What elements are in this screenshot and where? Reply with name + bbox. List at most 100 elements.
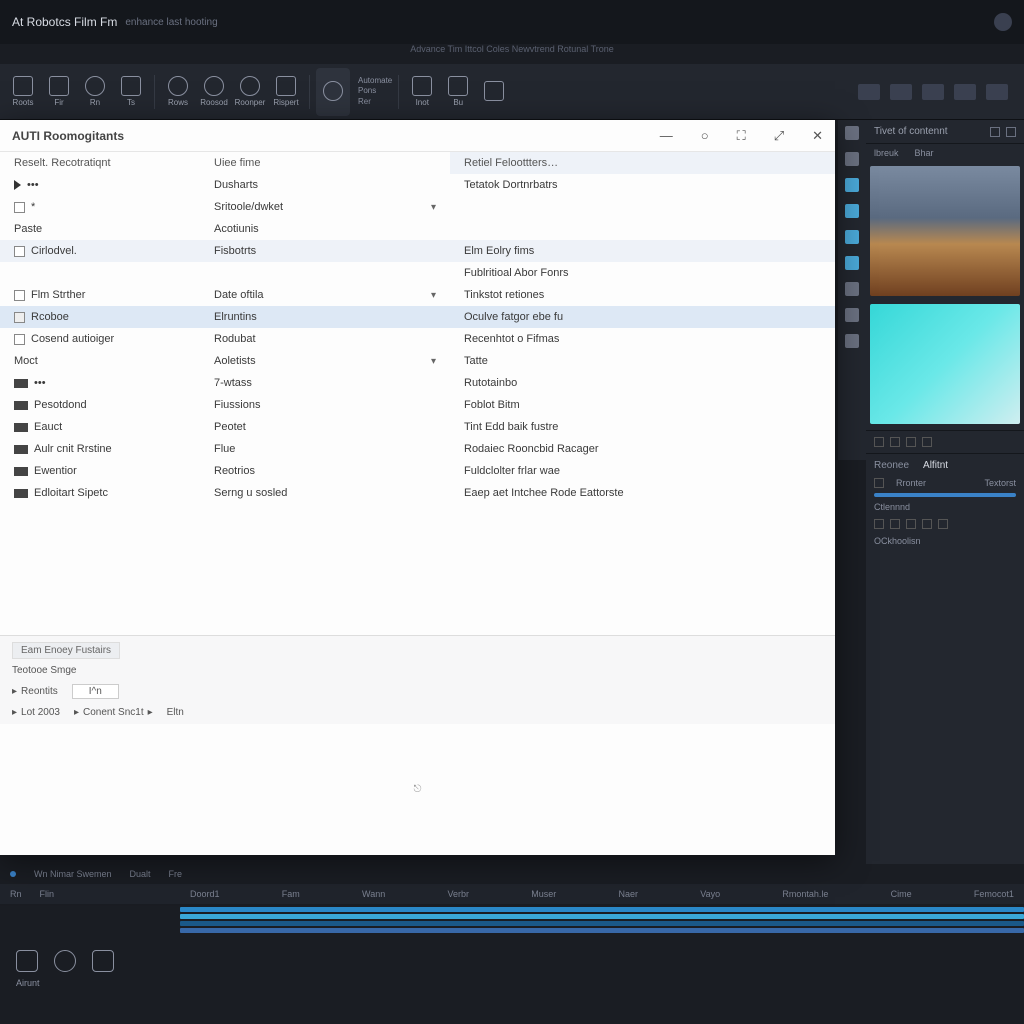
row-13-c3[interactable]: Fuldclolter frlar wae (450, 460, 835, 482)
tool-g2-0[interactable]: Inot (405, 68, 439, 116)
row-9-c3[interactable]: Rutotainbo (450, 372, 835, 394)
tool-g2-2[interactable] (477, 68, 511, 116)
row-12-c3[interactable]: Rodaiec Rooncbid Racager (450, 438, 835, 460)
preview-thumb-1[interactable] (870, 166, 1020, 296)
p-i1[interactable] (890, 519, 900, 529)
row-6-c1[interactable]: Rcoboe (0, 306, 200, 328)
bottom-tool-1[interactable] (54, 950, 76, 972)
preview-thumb-2[interactable] (870, 304, 1020, 424)
tiny-icon-3[interactable] (922, 437, 932, 447)
strip-icon-4[interactable] (845, 230, 859, 244)
row-10-c1[interactable]: Pesotdond (0, 394, 200, 416)
right-icon-4[interactable] (954, 84, 976, 100)
tool-4[interactable]: Rows (161, 68, 195, 116)
ptab2-1[interactable]: Alfitnt (923, 460, 948, 471)
tool-1[interactable]: Fir (42, 68, 76, 116)
right-icon-5[interactable] (986, 84, 1008, 100)
p-i0[interactable] (874, 519, 884, 529)
row-1-c2[interactable]: Sritoole/dwket▾ (200, 196, 450, 218)
row-1-c1[interactable]: * (0, 196, 200, 218)
crumb2-2[interactable]: Eltn (167, 707, 184, 718)
row-12-c2[interactable]: Flue (200, 438, 450, 460)
prop-slider[interactable] (874, 493, 1016, 497)
prop-row-0[interactable]: RronterTextorst (866, 475, 1024, 491)
row-6-c3[interactable]: Oculve fatgor ebe fu (450, 306, 835, 328)
row-12-c1[interactable]: Aulr cnit Rrstine (0, 438, 200, 460)
tiny-icon-2[interactable] (906, 437, 916, 447)
ptab-1[interactable]: Bhar (915, 148, 934, 158)
row-3-c3[interactable]: Elm Eolry fims (450, 240, 835, 262)
row-14-c3[interactable]: Eaep aet Intchee Rode Eattorste (450, 482, 835, 504)
row-8-c2[interactable]: Aoletists▾ (200, 350, 450, 372)
right-icon-1[interactable] (858, 84, 880, 100)
row-11-c1[interactable]: Eauct (0, 416, 200, 438)
tool-3[interactable]: Ts (114, 68, 148, 116)
right-icon-3[interactable] (922, 84, 944, 100)
row-8-c3[interactable]: Tatte (450, 350, 835, 372)
row-13-c1[interactable]: Ewentior (0, 460, 200, 482)
row-9-c2[interactable]: 7-wtass (200, 372, 450, 394)
tool-g2-1[interactable]: Bu (441, 68, 475, 116)
ptab2-0[interactable]: Reonee (874, 460, 909, 471)
row-2-c2[interactable]: Acotiunis (200, 218, 450, 240)
bottom-tool-2[interactable] (92, 950, 114, 972)
strip-icon-3[interactable] (845, 204, 859, 218)
row-0-c2[interactable]: Dusharts (200, 174, 450, 196)
fullscreen-icon[interactable]: ⤢ (774, 128, 784, 144)
row-0-c1[interactable]: ••• (0, 174, 200, 196)
row-0-c3[interactable]: Tetatok Dortnrbatrs (450, 174, 835, 196)
close-icon[interactable]: ✕ (812, 128, 823, 144)
row-1-c3[interactable] (450, 196, 835, 218)
p-i4[interactable] (938, 519, 948, 529)
timeline-tracks[interactable] (180, 904, 1024, 936)
row-7-c3[interactable]: Recenhtot o Fifmas (450, 328, 835, 350)
row-7-c2[interactable]: Rodubat (200, 328, 450, 350)
row-3-c1[interactable]: Cirlodvel. (0, 240, 200, 262)
row-4-c3[interactable]: Fublritioal Abor Fonrs (450, 262, 835, 284)
row-5-c3[interactable]: Tinkstot retiones (450, 284, 835, 306)
row-4-c2[interactable] (200, 262, 450, 284)
timeline-ruler[interactable]: Rn Flin Doord1FamWannVerbrMuserNaerVayoR… (0, 884, 1024, 904)
row-2-c3[interactable] (450, 218, 835, 240)
strip-icon-2[interactable] (845, 178, 859, 192)
crumb2-0[interactable]: ▸ Lot 2003 (12, 707, 60, 718)
strip-icon-1[interactable] (845, 152, 859, 166)
tiny-icon-1[interactable] (890, 437, 900, 447)
tool-7[interactable]: Rispert (269, 68, 303, 116)
tool-2[interactable]: Rn (78, 68, 112, 116)
tool-center[interactable] (316, 68, 350, 116)
strip-icon-5[interactable] (845, 256, 859, 270)
row-9-c1[interactable]: ••• (0, 372, 200, 394)
p-i3[interactable] (922, 519, 932, 529)
minimize-icon[interactable]: — (660, 128, 673, 144)
tiny-icon-0[interactable] (874, 437, 884, 447)
tool-0[interactable]: Roots (6, 68, 40, 116)
crumb-0[interactable]: ▸ Reontits (12, 686, 58, 697)
bottom-tool-0[interactable] (16, 950, 38, 972)
crumb-1[interactable]: I^n (72, 684, 119, 699)
row-4-c1[interactable] (0, 262, 200, 284)
row-5-c1[interactable]: Flm Strther (0, 284, 200, 306)
row-2-c1[interactable]: Paste (0, 218, 200, 240)
row-10-c2[interactable]: Fiussions (200, 394, 450, 416)
row-3-c2[interactable]: Fisbotrts (200, 240, 450, 262)
row-14-c2[interactable]: Serng u sosled (200, 482, 450, 504)
row-11-c2[interactable]: Peotet (200, 416, 450, 438)
row-14-c1[interactable]: Edloitart Sipetc (0, 482, 200, 504)
row-10-c3[interactable]: Foblot Bitm (450, 394, 835, 416)
track-2[interactable] (180, 914, 1024, 919)
strip-icon-0[interactable] (845, 126, 859, 140)
tool-6[interactable]: Roonper (233, 68, 267, 116)
strip-icon-8[interactable] (845, 334, 859, 348)
ptab-0[interactable]: lbreuk (874, 148, 899, 158)
track-4[interactable] (180, 928, 1024, 933)
lower-tab[interactable]: Eam Enoey Fustairs (12, 642, 120, 659)
row-7-c1[interactable]: Cosend autioiger (0, 328, 200, 350)
col-header-3[interactable]: Retiel Feloottters… (450, 152, 835, 174)
row-11-c3[interactable]: Tint Edd baik fustre (450, 416, 835, 438)
expand-icon[interactable]: ⛶ (737, 128, 746, 144)
track-3[interactable] (180, 921, 1024, 926)
p-i2[interactable] (906, 519, 916, 529)
tool-5[interactable]: Roosod (197, 68, 231, 116)
panel-icon-2[interactable] (1006, 127, 1016, 137)
